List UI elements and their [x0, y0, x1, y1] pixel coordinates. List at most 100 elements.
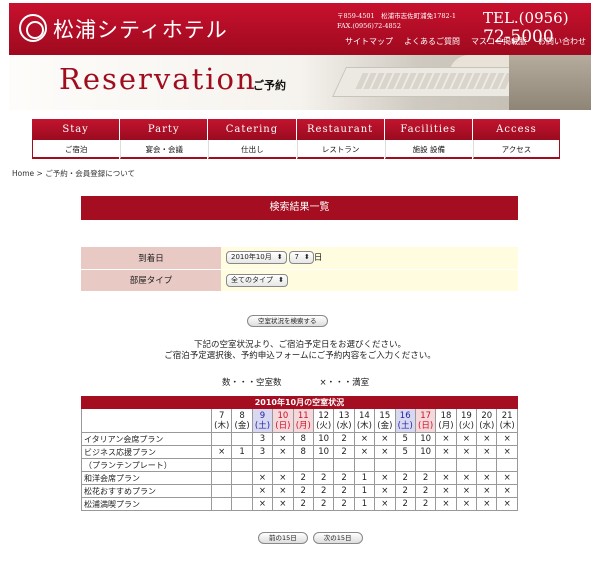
- day-weekday: (日): [275, 420, 291, 431]
- hotel-name[interactable]: 松浦シティホテル: [53, 14, 228, 44]
- vacancy-cell[interactable]: 2: [333, 484, 355, 498]
- link-faq[interactable]: よくあるご質問: [404, 36, 460, 47]
- plan-name[interactable]: ビジネス応援プラン: [81, 445, 212, 459]
- nav-item-access[interactable]: Access アクセス: [471, 119, 561, 159]
- day-weekday: (水): [336, 420, 352, 431]
- vacancy-cell[interactable]: 3: [251, 445, 274, 459]
- vacancy-cell[interactable]: 2: [394, 471, 416, 485]
- pager: 前の15日 次の15日: [258, 532, 363, 544]
- vacancy-cell[interactable]: 5: [394, 445, 416, 459]
- vacancy-cell[interactable]: 1: [231, 445, 253, 459]
- fax-line: FAX.(0956)72-4852: [337, 22, 401, 30]
- link-media[interactable]: マスコミ掲載脈: [471, 36, 527, 47]
- vacancy-cell[interactable]: 2: [414, 471, 437, 485]
- day-number: 14: [359, 410, 370, 421]
- vacancy-cell: [251, 458, 274, 472]
- vacancy-cell[interactable]: 5: [394, 432, 416, 446]
- day-weekday: (金): [377, 420, 393, 431]
- room-type-select[interactable]: 全てのタイプ: [226, 273, 288, 287]
- vacancy-cell[interactable]: 3: [251, 432, 274, 446]
- nav-item-restaurant[interactable]: Restaurant レストラン: [295, 119, 384, 159]
- vacancy-cell[interactable]: 2: [414, 497, 437, 511]
- link-sitemap[interactable]: サイトマップ: [345, 36, 393, 47]
- nav-label-jp: 施設 設備: [384, 140, 472, 159]
- vacancy-cell[interactable]: 2: [394, 484, 416, 498]
- vacancy-cell[interactable]: 2: [394, 497, 416, 511]
- vacancy-cell[interactable]: 10: [414, 432, 437, 446]
- plan-name[interactable]: 松花おすすめプラン: [81, 484, 212, 498]
- nav-label-en: Facilities: [384, 119, 472, 140]
- plan-name[interactable]: イタリアン会席プラン: [81, 432, 212, 446]
- calendar-day-header: 8 (金): [231, 408, 253, 433]
- banner-title: Reservation: [59, 62, 257, 96]
- vacancy-cell: [231, 484, 253, 498]
- vacancy-cell[interactable]: 2: [333, 471, 355, 485]
- vacancy-cell[interactable]: 2: [333, 432, 355, 446]
- reservation-banner: Reservation ご予約: [9, 55, 591, 110]
- vacancy-cell[interactable]: 2: [414, 484, 437, 498]
- plan-name[interactable]: 和洋会席プラン: [81, 471, 212, 485]
- vacancy-cell[interactable]: 2: [333, 445, 355, 459]
- vacancy-cell: [231, 458, 253, 472]
- nav-label-en: Restaurant: [296, 119, 384, 140]
- calendar-day-header: 20 (水): [476, 408, 498, 433]
- vacancy-cell[interactable]: 10: [312, 445, 335, 459]
- vacancy-cell: ×: [374, 445, 396, 459]
- vacancy-cell[interactable]: 10: [312, 432, 335, 446]
- day-number: 12: [318, 410, 330, 421]
- link-contact[interactable]: お問い合わせ: [538, 36, 586, 47]
- vacancy-cell: ×: [496, 484, 518, 498]
- day-number: 20: [481, 410, 493, 421]
- vacancy-cell: ×: [353, 445, 376, 459]
- calendar-day-header: 12 (火): [312, 408, 335, 433]
- vacancy-cell: ×: [435, 497, 457, 511]
- plan-name[interactable]: （プランテンプレート）: [81, 458, 212, 472]
- nav-item-stay[interactable]: Stay ご宿泊: [32, 119, 120, 159]
- day-weekday: (水): [479, 420, 495, 431]
- nav-item-catering[interactable]: Catering 仕出し: [207, 119, 296, 159]
- vacancy-cell[interactable]: 2: [333, 497, 355, 511]
- breadcrumb-home-link[interactable]: Home: [12, 169, 34, 178]
- arrival-month-select[interactable]: 2010年10月: [226, 251, 287, 265]
- vacancy-cell: [292, 458, 314, 472]
- vacancy-cell[interactable]: 1: [353, 471, 376, 485]
- calendar-day-header: 16 (土): [394, 408, 416, 433]
- arrival-day-select[interactable]: 7: [289, 251, 314, 265]
- instruction-line: ご宿泊予定選択後、予約申込フォームにご予約内容をご入力ください。: [164, 351, 436, 361]
- vacancy-cell: [272, 458, 294, 472]
- day-number: 15: [379, 410, 391, 421]
- vacancy-cell[interactable]: 1: [353, 497, 376, 511]
- hotel-logo-icon[interactable]: [19, 14, 47, 42]
- vacancy-cell: ×: [353, 432, 376, 446]
- address-line: 〒859-4501 松浦市志佐町浦免1782-1: [337, 12, 457, 20]
- next-15-days-button[interactable]: 次の15日: [312, 532, 363, 544]
- day-weekday: (木): [356, 420, 372, 431]
- vacancy-cell[interactable]: 2: [312, 471, 335, 485]
- vacancy-cell[interactable]: 2: [312, 484, 335, 498]
- prev-15-days-button[interactable]: 前の15日: [258, 532, 308, 544]
- vacancy-cell[interactable]: 8: [292, 432, 314, 446]
- calendar-day-header: 18 (月): [435, 408, 457, 433]
- vacancy-cell[interactable]: 2: [312, 497, 335, 511]
- vacancy-cell: ×: [210, 445, 233, 459]
- nav-item-facilities[interactable]: Facilities 施設 設備: [383, 119, 472, 159]
- day-number: 17: [420, 410, 432, 421]
- vacancy-cell[interactable]: 2: [292, 471, 314, 485]
- vacancy-cell[interactable]: 10: [414, 445, 437, 459]
- nav-label-en: Catering: [208, 119, 296, 140]
- arrival-date-field: 2010年10月 7日: [221, 247, 518, 270]
- nav-item-party[interactable]: Party 宴会・会議: [119, 119, 208, 159]
- vacancy-cell[interactable]: 2: [292, 484, 314, 498]
- vacancy-cell: ×: [455, 497, 478, 511]
- nav-label-jp: レストラン: [296, 140, 384, 159]
- banner-photo-keys: [355, 73, 513, 89]
- banner-subtitle: ご予約: [253, 79, 286, 92]
- vacancy-cell[interactable]: 2: [292, 497, 314, 511]
- vacancy-cell[interactable]: 1: [353, 484, 376, 498]
- vacancy-cell[interactable]: 8: [292, 445, 314, 459]
- search-vacancy-button[interactable]: 空室状況を検索する: [247, 315, 328, 327]
- day-number: 18: [440, 410, 452, 421]
- plan-name[interactable]: 松浦満喫プラン: [81, 497, 212, 511]
- nav-label-jp: アクセス: [472, 140, 561, 159]
- day-weekday: (日): [418, 420, 434, 431]
